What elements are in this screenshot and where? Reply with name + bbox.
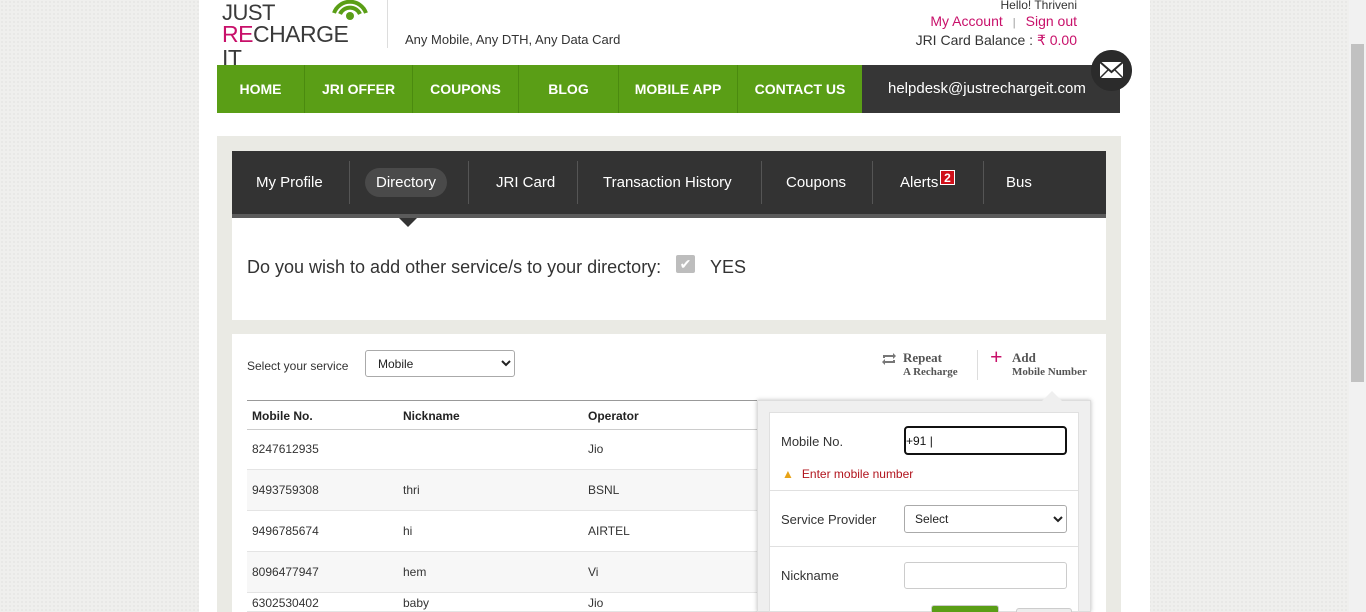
table-row[interactable]: 8247612935 Jio (247, 429, 757, 470)
table-row[interactable]: 8096477947 hem Vi (247, 552, 757, 593)
directory-question: Do you wish to add other service/s to yo… (247, 257, 662, 277)
cell-nickname: baby (403, 596, 430, 610)
tab-bus-label: Bus (1006, 174, 1032, 191)
main-nav: HOME JRI OFFER COUPONS BLOG MOBILE APP C… (217, 65, 862, 113)
balance-label: JRI Card Balance : (915, 32, 1034, 48)
cell-nickname: thri (403, 483, 420, 497)
tab-directory-label: Directory (365, 168, 448, 197)
repeat-icon (882, 353, 896, 365)
nav-blog[interactable]: BLOG (519, 65, 619, 113)
tab-alerts[interactable]: Alerts (900, 161, 938, 204)
add-subtitle: Mobile Number (1012, 366, 1087, 378)
cell-operator: AIRTEL (588, 524, 630, 538)
cell-mobile: 6302530402 (252, 596, 319, 610)
col-mobile-no: Mobile No. (252, 409, 313, 423)
cell-operator: Jio (588, 442, 604, 456)
my-account-link[interactable]: My Account (930, 13, 1002, 29)
action-divider (977, 350, 978, 380)
table-row[interactable]: 6302530402 baby Jio (247, 593, 757, 612)
tab-bus[interactable]: Bus (1006, 161, 1032, 204)
nickname-label: Nickname (781, 568, 839, 583)
warning-icon: ▲ (782, 467, 794, 481)
table-row[interactable]: 9493759308 thri BSNL (247, 470, 757, 511)
mobile-no-label: Mobile No. (781, 434, 844, 449)
tab-transaction-history-label: Transaction History (603, 174, 732, 191)
active-tab-pointer (399, 218, 417, 227)
cell-mobile: 8096477947 (252, 565, 319, 579)
mobile-number-input[interactable] (904, 426, 1067, 455)
col-operator: Operator (588, 409, 639, 423)
tab-divider (872, 161, 873, 204)
cell-nickname: hem (403, 565, 427, 579)
profile-tabs: My Profile Directory JRI Card Transactio… (232, 151, 1106, 218)
nickname-input[interactable] (904, 562, 1067, 589)
tab-my-profile-label: My Profile (256, 174, 323, 191)
form-divider (770, 490, 1078, 491)
greeting: Hello! Thriveni (1000, 0, 1077, 12)
scrollbar-thumb[interactable] (1351, 44, 1364, 382)
balance-amount: ₹ 0.00 (1036, 32, 1077, 48)
tagline: Any Mobile, Any DTH, Any Data Card (405, 32, 621, 47)
cancel-button[interactable] (1016, 608, 1072, 612)
col-nickname: Nickname (403, 409, 460, 423)
yes-checkbox[interactable]: ✔ (676, 255, 695, 273)
nav-jri-offer[interactable]: JRI OFFER (305, 65, 413, 113)
cell-nickname: hi (403, 524, 413, 538)
cell-mobile: 9496785674 (252, 524, 319, 538)
helpdesk-email[interactable]: helpdesk@justrechargeit.com (862, 65, 1120, 113)
tab-jri-card-label: JRI Card (496, 174, 556, 191)
mobile-error-text: Enter mobile number (801, 467, 914, 481)
mail-icon[interactable] (1091, 50, 1132, 91)
repeat-title: Repeat (903, 350, 942, 365)
plus-icon: + (990, 344, 1003, 369)
tab-divider (983, 161, 984, 204)
cell-operator: Jio (588, 596, 604, 610)
link-separator: | (1012, 17, 1016, 29)
tab-directory[interactable]: Directory (365, 161, 448, 204)
tab-divider (577, 161, 578, 204)
account-links: My Account | Sign out (930, 13, 1077, 29)
service-provider-label: Service Provider (781, 512, 877, 527)
cell-mobile: 8247612935 (252, 442, 319, 456)
tab-divider (761, 161, 762, 204)
add-title: Add (1012, 350, 1036, 365)
logo-line2: RECHARGE IT (222, 22, 372, 70)
yes-label: YES (710, 257, 747, 277)
page-scrollbar[interactable] (1349, 0, 1366, 612)
header-divider (387, 0, 388, 48)
logo-re: RE (222, 21, 253, 47)
wifi-icon (332, 0, 368, 20)
cell-operator: Vi (588, 565, 599, 579)
card-balance: JRI Card Balance : ₹ 0.00 (916, 32, 1077, 49)
form-divider (770, 546, 1078, 547)
tab-my-profile[interactable]: My Profile (256, 161, 323, 204)
repeat-subtitle: A Recharge (903, 366, 958, 378)
save-button[interactable] (931, 605, 999, 612)
popup-arrow (1042, 391, 1062, 401)
alerts-badge: 2 (940, 170, 955, 185)
tab-divider (349, 161, 350, 204)
cell-operator: BSNL (588, 483, 620, 497)
nav-home[interactable]: HOME (217, 65, 305, 113)
service-select[interactable]: Mobile (365, 350, 515, 377)
mobile-error: ▲ Enter mobile number (782, 467, 913, 481)
nav-contact-us[interactable]: CONTACT US (738, 65, 862, 113)
nav-coupons[interactable]: COUPONS (413, 65, 519, 113)
nav-mobile-app[interactable]: MOBILE APP (619, 65, 738, 113)
table-row[interactable]: 9496785674 hi AIRTEL (247, 511, 757, 552)
table-header: Mobile No. Nickname Operator (247, 400, 757, 430)
tab-coupons[interactable]: Coupons (786, 161, 846, 204)
service-select-label: Select your service (247, 359, 349, 373)
cell-mobile: 9493759308 (252, 483, 319, 497)
tab-divider (468, 161, 469, 204)
tab-coupons-label: Coupons (786, 174, 847, 191)
tab-jri-card[interactable]: JRI Card (496, 161, 555, 204)
service-provider-select[interactable]: Select (904, 505, 1067, 533)
sign-out-link[interactable]: Sign out (1026, 13, 1077, 29)
logo[interactable]: JUST RECHARGE IT (222, 0, 372, 70)
tab-transaction-history[interactable]: Transaction History (603, 161, 732, 204)
tab-alerts-label: Alerts (900, 174, 939, 191)
